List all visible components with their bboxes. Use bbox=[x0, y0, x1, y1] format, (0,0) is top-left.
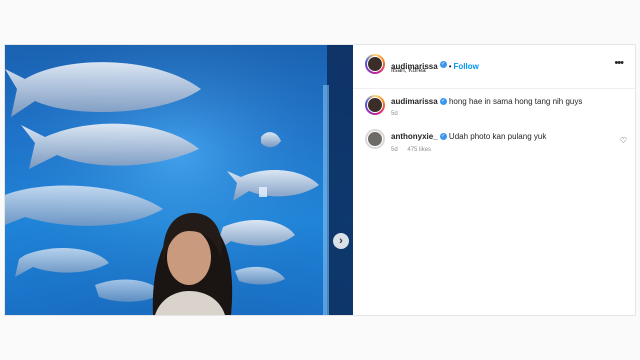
post-header: audimarissa ✓ • Follow Ilsan, Korea ••• bbox=[353, 45, 635, 89]
follow-button[interactable]: Follow bbox=[454, 62, 479, 71]
chevron-right-icon: › bbox=[339, 234, 343, 247]
comment-age: 5d bbox=[391, 147, 398, 153]
post-location[interactable]: Ilsan, Korea bbox=[391, 67, 426, 74]
comment-avatar[interactable] bbox=[365, 95, 385, 115]
author-avatar[interactable] bbox=[365, 54, 385, 74]
more-horizontal-icon[interactable]: ••• bbox=[614, 57, 624, 69]
comment-text: hong hae in sama hong tang nih guys bbox=[448, 97, 583, 106]
comment-age: 5d bbox=[391, 111, 398, 117]
comment-meta: 5d 475 likes bbox=[391, 147, 431, 153]
verified-badge-icon: ✓ bbox=[439, 98, 447, 106]
aquarium-photo-illustration bbox=[5, 45, 353, 315]
post-details-panel: audimarissa ✓ • Follow Ilsan, Korea ••• aud… bbox=[353, 45, 635, 315]
instagram-post-window: › audimarissa ✓ • Follow Ilsan, Korea ••• a… bbox=[4, 44, 636, 316]
comment-item: anthonyxie_ ✓ Udah photo kan pulang yuk bbox=[391, 132, 546, 141]
verified-badge-icon: ✓ bbox=[439, 61, 447, 69]
verified-badge-icon: ✓ bbox=[439, 133, 447, 141]
comment-text: Udah photo kan pulang yuk bbox=[448, 132, 547, 141]
next-photo-button[interactable]: › bbox=[333, 233, 349, 249]
comment-avatar[interactable] bbox=[365, 129, 385, 149]
post-photo[interactable]: › bbox=[5, 45, 353, 315]
comment-item: audimarissa ✓ hong hae in sama hong tang … bbox=[391, 97, 582, 106]
comment-likes[interactable]: 475 likes bbox=[407, 147, 431, 153]
comment-username[interactable]: anthonyxie_ bbox=[391, 132, 438, 141]
comment-username[interactable]: audimarissa bbox=[391, 97, 438, 106]
separator-dot: • bbox=[448, 62, 452, 71]
heart-icon[interactable]: ♡ bbox=[620, 136, 627, 145]
